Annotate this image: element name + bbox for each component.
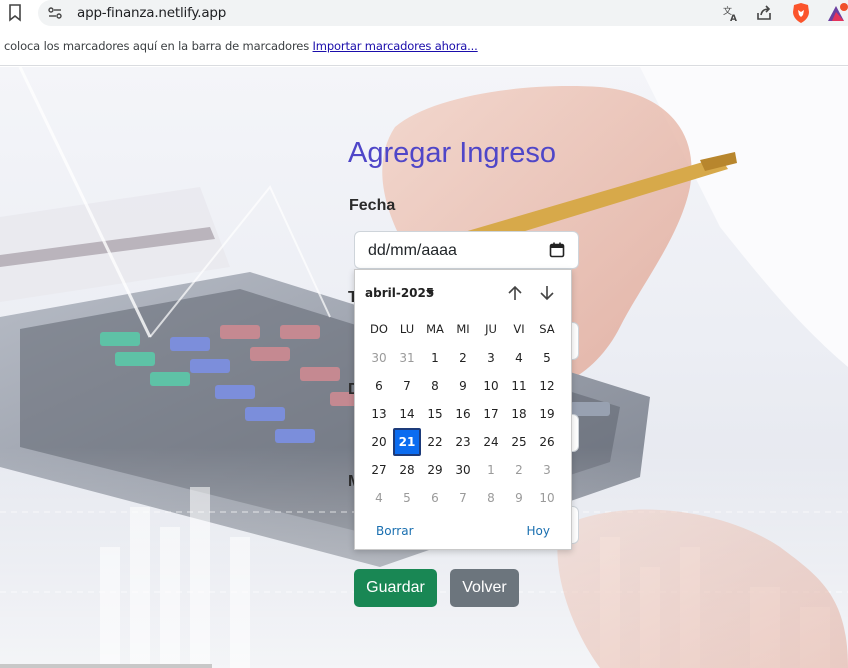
calendar-day[interactable]: 10 [533,484,561,512]
calendar-day[interactable]: 8 [477,484,505,512]
calendar-day[interactable]: 13 [365,400,393,428]
translate-icon[interactable]: 文 A [722,4,740,22]
calendar-day[interactable]: 7 [393,372,421,400]
calendar-day[interactable]: 10 [477,372,505,400]
calendar-day[interactable]: 3 [533,456,561,484]
calendar-day[interactable]: 1 [421,344,449,372]
calendar-day[interactable]: 5 [393,484,421,512]
calendar-day[interactable]: 8 [421,372,449,400]
weekday-label: JU [485,322,497,336]
calendar-day[interactable]: 24 [477,428,505,456]
calendar-day[interactable]: 15 [421,400,449,428]
site-settings-icon[interactable] [47,5,63,21]
calendar-day[interactable]: 18 [505,400,533,428]
bookmarks-hint-text: coloca los marcadores aquí en la barra d… [4,39,310,53]
bookmarks-hint: coloca los marcadores aquí en la barra d… [4,39,478,53]
calendar-day[interactable]: 30 [365,344,393,372]
weekday-header: DO LU MA MI JU VI SA [365,322,565,338]
weekday-label: LU [399,322,415,336]
calendar-day[interactable]: 19 [533,400,561,428]
calendar-day[interactable]: 25 [505,428,533,456]
calendar-day[interactable]: 29 [421,456,449,484]
date-picker-popup: abril-2025 DO LU MA MI JU VI SA 30 31 1 2 3 4 5 6 7 8 9 1… [354,269,572,550]
date-input[interactable]: dd/mm/aaaa [354,231,579,269]
weekday-label: SA [539,322,555,336]
calendar-day[interactable]: 27 [365,456,393,484]
bookmark-icon[interactable] [8,4,22,22]
arrow-up-icon[interactable] [506,284,524,302]
weekday-label: MI [456,322,470,336]
calendar-day[interactable]: 31 [393,344,421,372]
svg-text:A: A [730,14,737,22]
page-title: Agregar Ingreso [348,137,556,169]
calendar-day[interactable]: 12 [533,372,561,400]
calendar-day[interactable]: 16 [449,400,477,428]
import-bookmarks-link[interactable]: Importar marcadores ahora... [313,39,478,53]
brave-rewards-icon[interactable] [826,2,848,24]
date-input-placeholder: dd/mm/aaaa [368,242,457,259]
calendar-day[interactable]: 2 [449,344,477,372]
calendar-day[interactable]: 4 [365,484,393,512]
share-icon[interactable] [755,4,773,22]
brave-shield-icon[interactable] [791,2,811,24]
weekday-label: MA [426,322,444,336]
calendar-day[interactable]: 2 [505,456,533,484]
horizontal-scrollbar[interactable] [0,664,212,668]
url-text[interactable]: app-finanza.netlify.app [77,5,226,21]
calendar-day[interactable]: 9 [505,484,533,512]
calendar-grid: 30 31 1 2 3 4 5 6 7 8 9 10 11 12 13 14 15 16 17 18 19 20 21 22 2… [365,344,565,512]
calendar-day[interactable]: 28 [393,456,421,484]
calendar-day[interactable]: 30 [449,456,477,484]
calendar-day[interactable]: 6 [365,372,393,400]
weekday-label: DO [370,322,388,336]
save-button[interactable]: Guardar [354,569,437,607]
calendar-day[interactable]: 26 [533,428,561,456]
month-year-select[interactable]: abril-2025 [365,286,434,300]
calendar-icon[interactable] [549,242,565,258]
calendar-day[interactable]: 11 [505,372,533,400]
calendar-day[interactable]: 6 [421,484,449,512]
calendar-day[interactable]: 1 [477,456,505,484]
caret-down-icon[interactable] [426,290,434,295]
weekday-label: VI [513,322,525,336]
calendar-day[interactable]: 22 [421,428,449,456]
calendar-day[interactable]: 17 [477,400,505,428]
calendar-day[interactable]: 23 [449,428,477,456]
calendar-day[interactable]: 3 [477,344,505,372]
bookmarks-bar: coloca los marcadores aquí en la barra d… [0,28,848,66]
back-button[interactable]: Volver [450,569,519,607]
calendar-day[interactable]: 20 [365,428,393,456]
clear-date-button[interactable]: Borrar [376,524,414,538]
calendar-day[interactable]: 4 [505,344,533,372]
calendar-day[interactable]: 14 [393,400,421,428]
calendar-day[interactable]: 9 [449,372,477,400]
calendar-day[interactable]: 5 [533,344,561,372]
calendar-day[interactable]: 7 [449,484,477,512]
fecha-label: Fecha [349,197,396,214]
today-button[interactable]: Hoy [527,524,550,538]
calendar-day-selected[interactable]: 21 [393,428,421,456]
arrow-down-icon[interactable] [538,284,556,302]
browser-address-bar: app-finanza.netlify.app 文 A [0,0,848,28]
